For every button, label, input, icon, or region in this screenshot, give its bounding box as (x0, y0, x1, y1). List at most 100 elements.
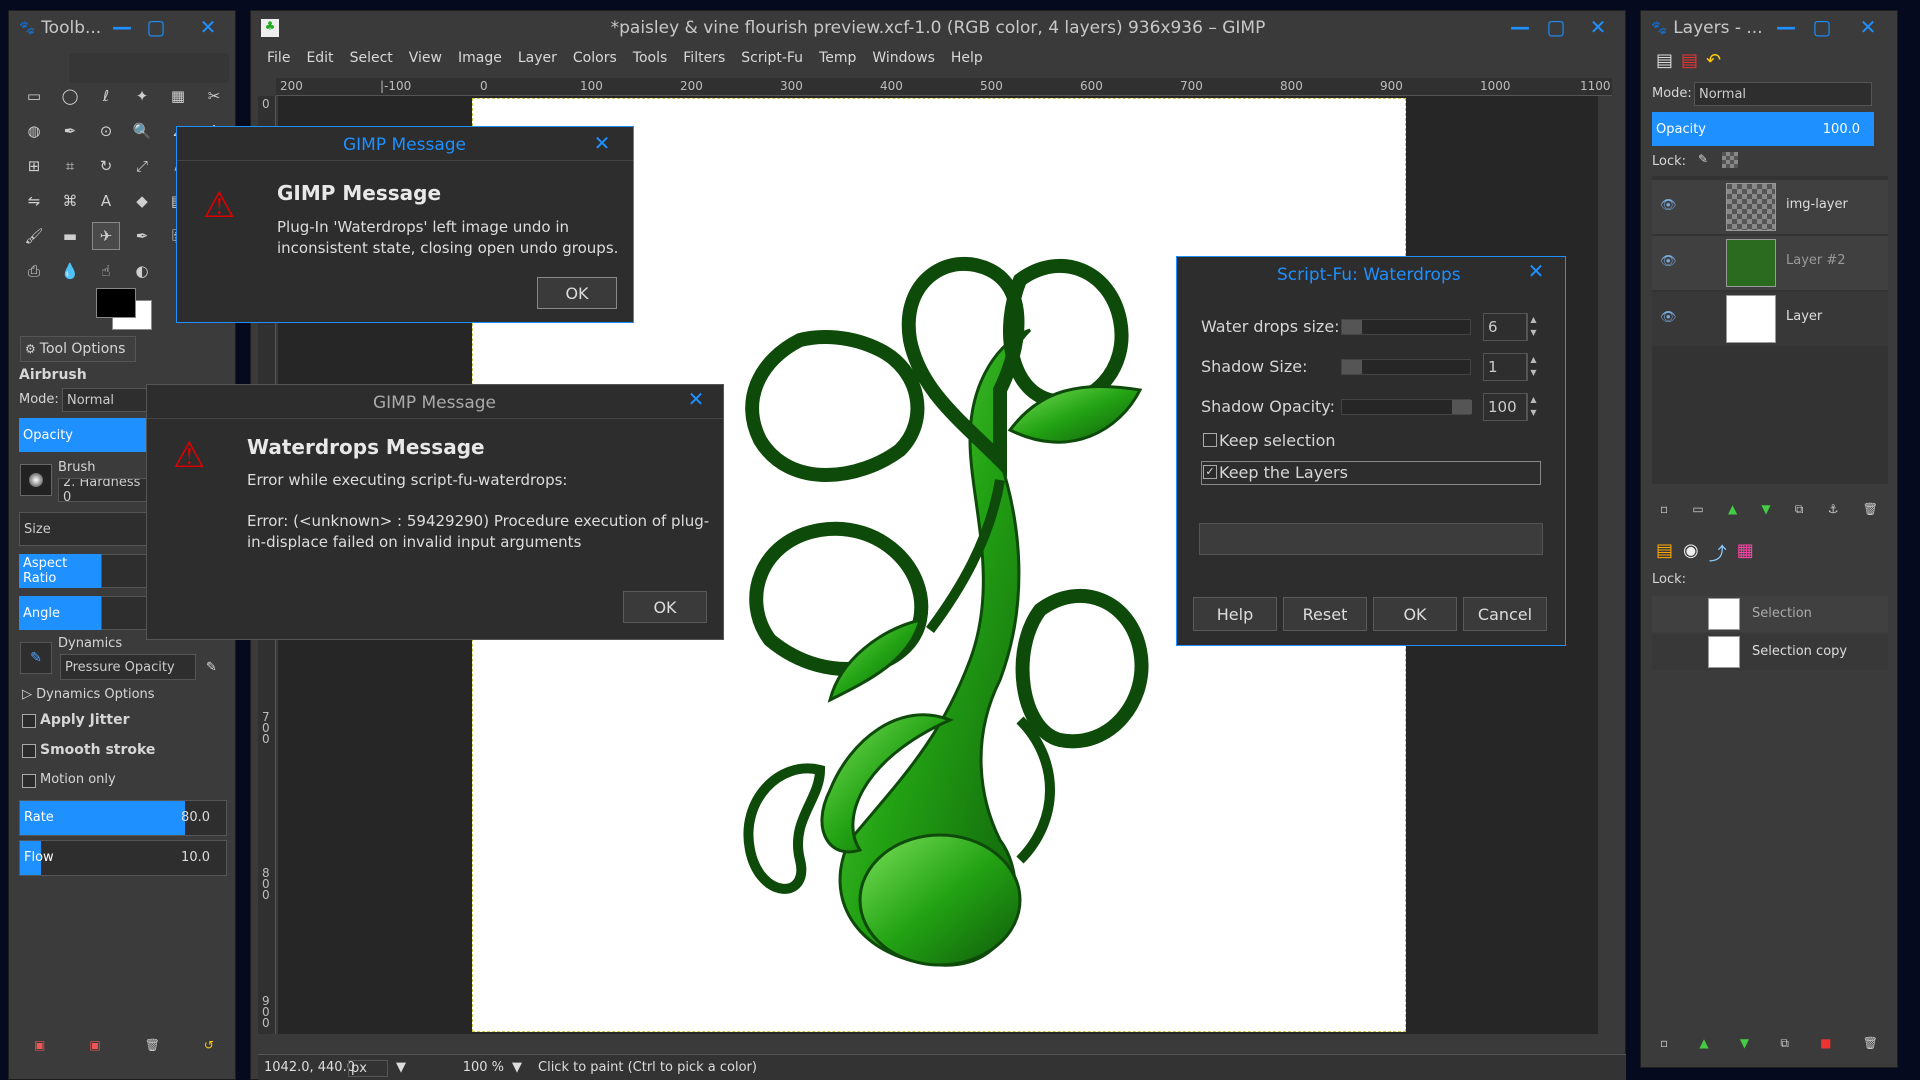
lower-channel-icon[interactable]: ▼ (1740, 1036, 1749, 1051)
image-maximize-button[interactable]: ▢ (1543, 15, 1569, 39)
zoom-chevron-down-icon[interactable]: ▼ (512, 1060, 522, 1075)
scissors-select-tool-icon[interactable]: ✂ (200, 82, 228, 110)
help-button[interactable]: Help (1193, 597, 1277, 631)
layer-row[interactable]: 👁 img-layer (1652, 180, 1888, 234)
flip-tool-icon[interactable]: ⇋ (20, 187, 48, 215)
menu-temp[interactable]: Temp (811, 50, 864, 66)
scale-tool-icon[interactable]: ⤢ (128, 152, 156, 180)
shadow-size-slider[interactable] (1341, 359, 1471, 375)
layer-row[interactable]: 👁 Layer #2 (1652, 236, 1888, 290)
aspect-ratio-track[interactable] (101, 554, 149, 588)
status-unit-select[interactable]: px (348, 1060, 388, 1077)
paintbrush-tool-icon[interactable]: 🖌 (20, 222, 48, 250)
status-zoom-select[interactable]: 100 % (438, 1060, 504, 1075)
paths-tool-icon[interactable]: ✒ (56, 117, 84, 145)
menu-file[interactable]: File (259, 50, 298, 66)
duplicate-channel-icon[interactable]: ⧉ (1780, 1036, 1789, 1051)
menu-filters[interactable]: Filters (675, 50, 733, 66)
close-button[interactable]: ✕ (195, 15, 221, 39)
zoom-tool-icon[interactable]: 🔍 (128, 117, 156, 145)
fuzzy-select-tool-icon[interactable]: ✦ (128, 82, 156, 110)
dynamics-icon[interactable]: ✎ (20, 642, 52, 674)
aspect-ratio-slider[interactable]: Aspect Ratio (19, 554, 101, 588)
new-layer-icon[interactable]: ▫ (1660, 502, 1668, 517)
flow-slider[interactable]: Flow 10.0 (19, 840, 227, 876)
keep-layers-checkbox[interactable]: ✓ (1203, 465, 1217, 479)
save-options-icon[interactable]: ▣ (34, 1038, 45, 1052)
maximize-button[interactable]: ▢ (143, 15, 169, 39)
smooth-stroke-checkbox[interactable] (22, 744, 36, 758)
channel-row[interactable]: Selection copy (1652, 634, 1888, 670)
layers-opacity-slider[interactable]: Opacity 100.0 (1652, 112, 1874, 146)
shadow-opacity-spinner[interactable]: ▲ ▼ (1527, 393, 1539, 421)
crop-tool-icon[interactable]: ⌗ (56, 152, 84, 180)
ellipse-select-tool-icon[interactable]: ◯ (56, 82, 84, 110)
menu-windows[interactable]: Windows (864, 50, 943, 66)
brushes-tab-icon[interactable]: ▤ (1656, 540, 1673, 566)
layers-maximize-button[interactable]: ▢ (1809, 15, 1835, 39)
shadow-size-spinner[interactable]: ▲ ▼ (1527, 353, 1539, 381)
ok-button-scriptfu[interactable]: OK (1373, 597, 1457, 631)
cage-tool-icon[interactable]: ⌘ (56, 187, 84, 215)
channels-tab-icon[interactable]: ▤ (1681, 50, 1698, 71)
free-select-tool-icon[interactable]: ℓ (92, 82, 120, 110)
layer-name[interactable]: img-layer (1786, 197, 1848, 212)
menu-tools[interactable]: Tools (625, 50, 676, 66)
ruler-top[interactable]: 200 |-100 0 100 200 300 400 500 600 700 800 900 1000… (276, 78, 1612, 96)
brush-preview[interactable] (20, 464, 52, 496)
image-minimize-button[interactable]: — (1507, 15, 1533, 39)
tool-options-tab[interactable]: ⚙ Tool Options (20, 336, 136, 362)
mode-select[interactable]: Normal (62, 388, 152, 412)
menu-scriptfu[interactable]: Script-Fu (733, 50, 811, 66)
angle-track[interactable] (101, 596, 149, 630)
ink-tool-icon[interactable]: ✒ (128, 222, 156, 250)
blur-tool-icon[interactable]: 💧 (56, 257, 84, 285)
rotate-tool-icon[interactable]: ↻ (92, 152, 120, 180)
smudge-tool-icon[interactable]: ☝ (92, 257, 120, 285)
palette-tab-icon[interactable]: ▦ (1737, 540, 1754, 566)
delete-options-icon[interactable]: 🗑 (145, 1038, 160, 1052)
brush-select[interactable]: 2. Hardness 0 (58, 478, 150, 502)
image-close-button[interactable]: ✕ (1585, 15, 1611, 39)
delete-channel-icon[interactable]: 🗑 (1863, 1036, 1878, 1051)
align-tool-icon[interactable]: ⊞ (20, 152, 48, 180)
gradients-tab-icon[interactable]: ◉ (1683, 540, 1699, 566)
eye-visibility-icon[interactable]: 👁 (1660, 254, 1677, 269)
new-group-icon[interactable]: ▭ (1692, 502, 1703, 517)
eye-visibility-icon[interactable]: 👁 (1660, 310, 1677, 325)
fg-color-swatch[interactable] (96, 288, 136, 318)
lock-alpha-icon[interactable] (1722, 152, 1738, 168)
text-tool-icon[interactable]: A (92, 187, 120, 215)
layers-minimize-button[interactable]: — (1773, 15, 1799, 39)
layer-row[interactable]: 👁 Layer (1652, 292, 1888, 346)
eye-visibility-icon[interactable]: 👁 (1660, 198, 1677, 213)
dynamics-select[interactable]: Pressure Opacity (60, 654, 196, 680)
menu-image[interactable]: Image (450, 50, 510, 66)
raise-channel-icon[interactable]: ▲ (1699, 1036, 1708, 1051)
eraser-tool-icon[interactable]: ▬ (56, 222, 84, 250)
channel-name[interactable]: Selection copy (1752, 644, 1847, 659)
menu-edit[interactable]: Edit (298, 50, 341, 66)
motion-only-checkbox[interactable] (22, 774, 36, 788)
perspective-clone-tool-icon[interactable]: ⎙ (20, 257, 48, 285)
rate-slider[interactable]: Rate 80.0 (19, 800, 227, 836)
bucket-fill-tool-icon[interactable]: ◆ (128, 187, 156, 215)
menu-help[interactable]: Help (943, 50, 991, 66)
cancel-button[interactable]: Cancel (1463, 597, 1547, 631)
undo-history-tab-icon[interactable]: ↶ (1706, 50, 1721, 71)
layers-close-button[interactable]: ✕ (1855, 15, 1881, 39)
layers-tab-icon[interactable]: ▤ (1656, 50, 1673, 71)
keep-selection-checkbox[interactable] (1203, 433, 1217, 447)
dynamics-options-expander[interactable]: ▷ Dynamics Options (22, 687, 155, 702)
shadow-opacity-input[interactable]: 100 (1483, 393, 1527, 421)
chevron-down-icon[interactable]: ▼ (396, 1060, 406, 1075)
reset-options-icon[interactable]: ↺ (204, 1038, 214, 1052)
color-select-tool-icon[interactable]: ▦ (164, 82, 192, 110)
ok-button[interactable]: OK (537, 277, 617, 309)
menu-view[interactable]: View (401, 50, 450, 66)
image-titlebar[interactable]: *paisley & vine flourish preview.xcf-1.0… (251, 11, 1625, 45)
layer-name[interactable]: Layer (1786, 309, 1822, 324)
scriptfu-close-button[interactable]: ✕ (1523, 259, 1549, 283)
dodge-burn-tool-icon[interactable]: ◐ (128, 257, 156, 285)
lower-layer-icon[interactable]: ▼ (1761, 502, 1770, 517)
